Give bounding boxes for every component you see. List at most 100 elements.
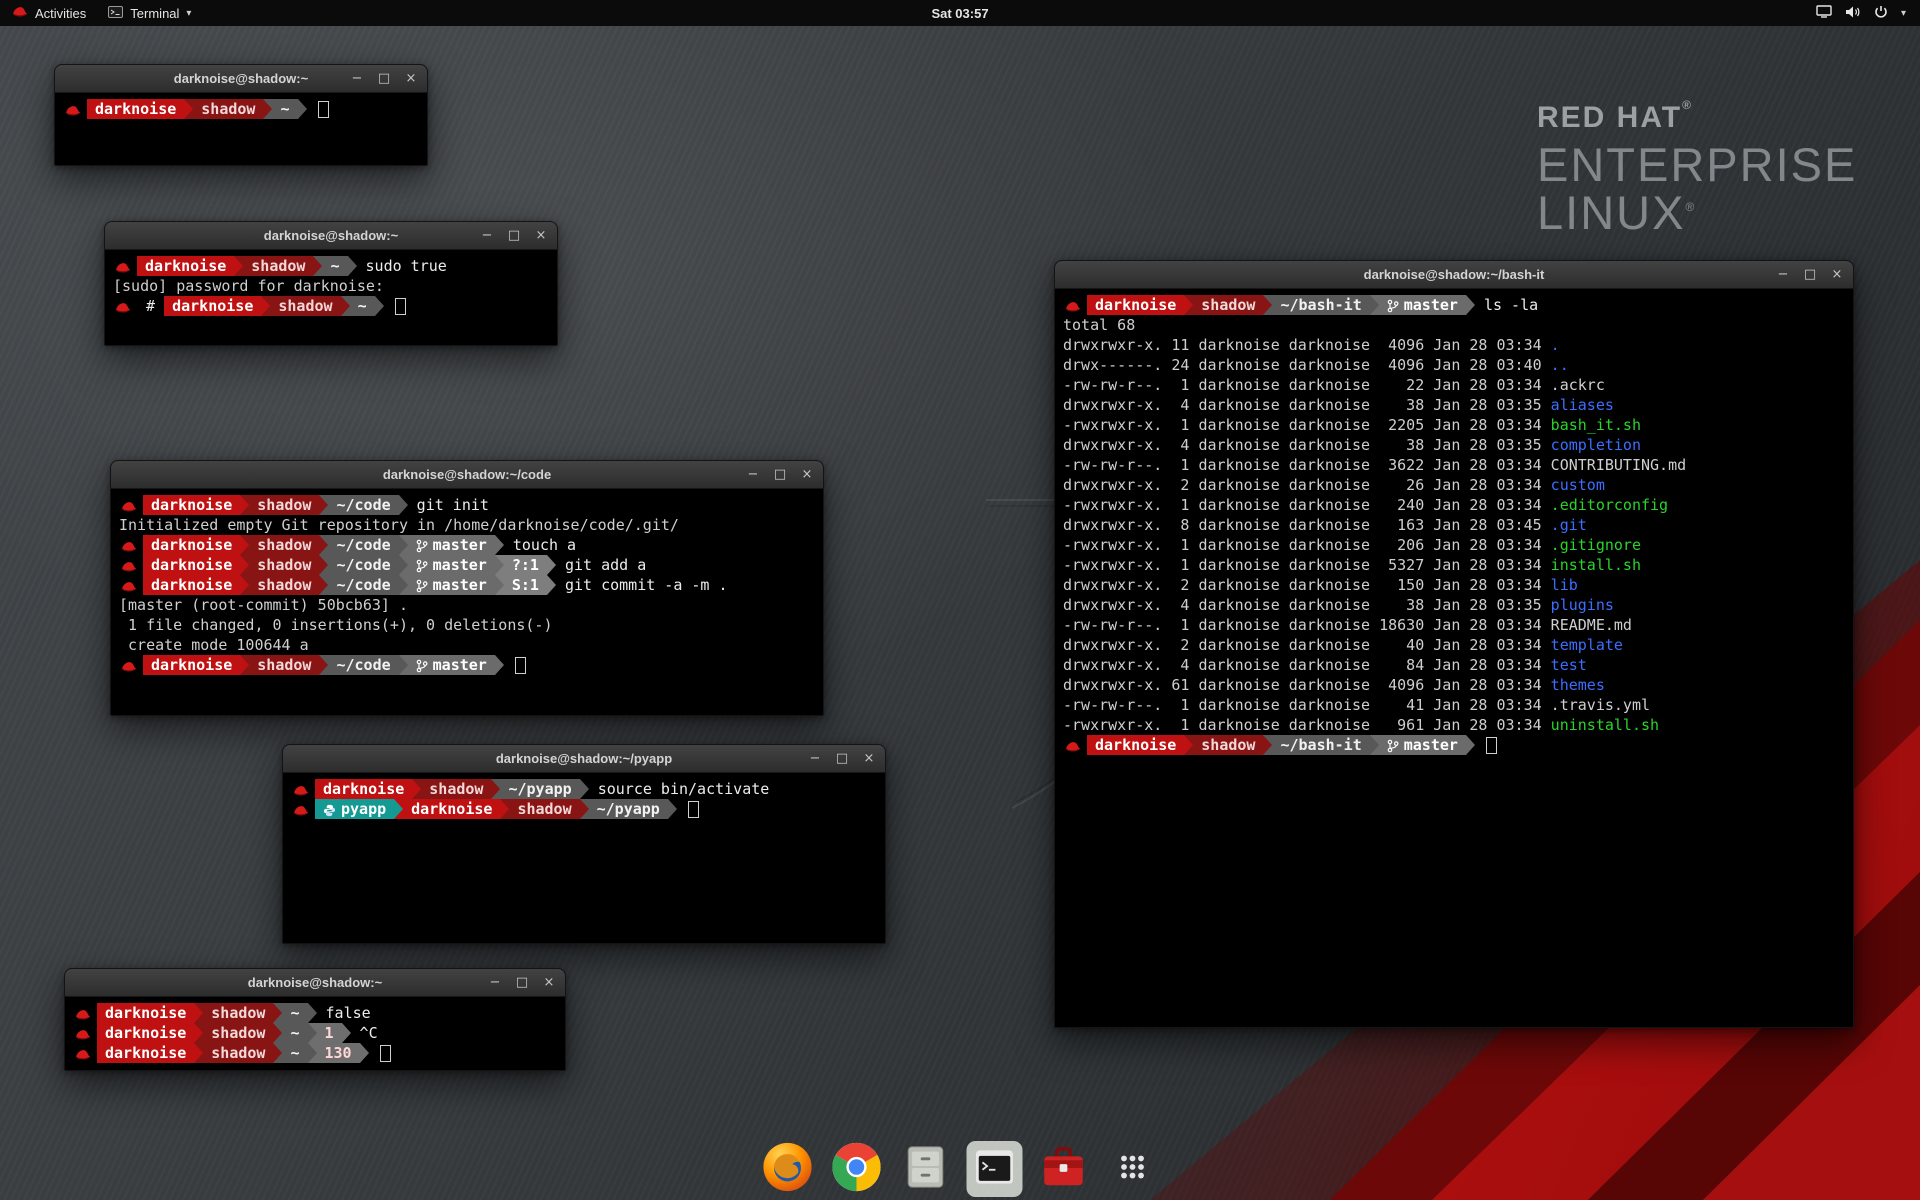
prompt-segment-darkred: shadow [249, 555, 319, 575]
terminal-screen[interactable]: darknoiseshadow~/code git initInitialize… [111, 489, 823, 716]
prompt-segment-gray: ~ [272, 99, 297, 119]
terminal-text: git init [408, 496, 489, 514]
titlebar[interactable]: darknoise@shadow:~/bash-it − □ × [1055, 261, 1853, 289]
powerline-separator-icon [261, 296, 270, 316]
terminal-text: -rw-rw-r--. 1 darknoise darknoise 18630 … [1063, 616, 1551, 634]
minimize-button[interactable]: − [488, 975, 502, 990]
powerline-separator-icon [273, 1003, 282, 1023]
prompt-segment-darkred: shadow [249, 535, 319, 555]
dock-item-firefox[interactable] [760, 1141, 816, 1197]
terminal-line: darknoiseshadow~/pyapp source bin/activa… [291, 779, 877, 799]
powerline-separator-icon [375, 296, 384, 316]
terminal-text: bash_it.sh [1551, 416, 1641, 434]
terminal-line: darknoiseshadow~/codemaster touch a [119, 535, 815, 555]
terminal-text [369, 1044, 378, 1062]
prompt-segment-gray: ~/bash-it [1272, 735, 1369, 755]
maximize-button[interactable]: □ [773, 467, 787, 482]
prompt-segment-darkred: shadow [203, 1043, 273, 1063]
terminal-cursor [395, 298, 406, 315]
prompt-segment-darkred: shadow [1193, 735, 1263, 755]
prompt-segment-branch: master [408, 535, 495, 555]
titlebar[interactable]: darknoise@shadow:~ − □ × [105, 222, 557, 250]
dock-item-chrome[interactable] [829, 1141, 885, 1197]
terminal-line: drwxrwxr-x. 4 darknoise darknoise 38 Jan… [1063, 395, 1845, 415]
terminal-screen[interactable]: darknoiseshadow~/pyapp source bin/activa… [283, 773, 885, 944]
prompt-segment-red: darknoise [87, 99, 184, 119]
maximize-button[interactable]: □ [835, 751, 849, 766]
terminal-line: -rwxrwxr-x. 1 darknoise darknoise 961 Ja… [1063, 715, 1845, 735]
titlebar[interactable]: darknoise@shadow:~ − □ × [65, 969, 565, 997]
minimize-button[interactable]: − [1776, 267, 1790, 282]
maximize-button[interactable]: □ [1803, 267, 1817, 282]
minimize-button[interactable]: − [480, 228, 494, 243]
terminal-text: drwxrwxr-x. 4 darknoise darknoise 38 Jan… [1063, 436, 1551, 454]
terminal-line: darknoiseshadow~/bash-itmaster ls -la [1063, 295, 1845, 315]
clock[interactable]: Sat 03:57 [931, 6, 988, 21]
chevron-down-icon: ▾ [186, 8, 191, 19]
dock-item-files[interactable] [898, 1141, 954, 1197]
branch-icon [416, 658, 428, 678]
prompt-segment-red: darknoise [143, 535, 240, 555]
terminal-line: [sudo] password for darknoise: [113, 276, 549, 296]
minimize-button[interactable]: − [350, 71, 364, 86]
terminal-text: -rw-rw-r--. 1 darknoise darknoise 22 Jan… [1063, 376, 1551, 394]
terminal-text: touch a [504, 536, 576, 554]
terminal-text: drwxrwxr-x. 61 darknoise darknoise 4096 … [1063, 676, 1551, 694]
close-button[interactable]: × [404, 71, 418, 86]
prompt-segment-darkred: shadow [1193, 295, 1263, 315]
dock-item-terminal[interactable] [967, 1141, 1023, 1197]
terminal-screen[interactable]: darknoiseshadow~/bash-itmaster ls -latot… [1055, 289, 1853, 1028]
terminal-icon [970, 1142, 1020, 1197]
terminal-screen[interactable]: darknoiseshadow~ falsedarknoiseshadow~1 … [65, 997, 565, 1071]
window-title: darknoise@shadow:~ [174, 71, 308, 86]
prompt-segment-code: 130 [317, 1043, 360, 1063]
system-menu[interactable]: ▾ [1806, 0, 1916, 26]
titlebar[interactable]: darknoise@shadow:~ − □ × [55, 65, 427, 93]
powerline-separator-icon [273, 1023, 282, 1043]
powerline-separator-icon [399, 495, 408, 515]
terminal-window-code: darknoise@shadow:~/code − □ × darknoises… [110, 460, 824, 716]
close-button[interactable]: × [1830, 267, 1844, 282]
app-menu-terminal[interactable]: Terminal ▾ [97, 0, 202, 26]
close-button[interactable]: × [542, 975, 556, 990]
close-button[interactable]: × [800, 467, 814, 482]
terminal-line: darknoiseshadow~/codemaster [119, 655, 815, 675]
prompt-segment-gray: ~/code [328, 495, 398, 515]
redhat-icon [114, 299, 131, 319]
terminal-text: drwxrwxr-x. 8 darknoise darknoise 163 Ja… [1063, 516, 1551, 534]
powerline-separator-icon [491, 779, 500, 799]
terminal-window-bash-it: darknoise@shadow:~/bash-it − □ × darknoi… [1054, 260, 1854, 1028]
minimize-button[interactable]: − [746, 467, 760, 482]
maximize-button[interactable]: □ [507, 228, 521, 243]
titlebar[interactable]: darknoise@shadow:~/code − □ × [111, 461, 823, 489]
powerline-separator-icon [394, 799, 403, 819]
close-button[interactable]: × [862, 751, 876, 766]
prompt-segment-gray: ~/pyapp [500, 779, 579, 799]
terminal-line: -rwxrwxr-x. 1 darknoise darknoise 206 Ja… [1063, 535, 1845, 555]
prompt-segment-gray: ~ [282, 1043, 307, 1063]
prompt-segment-darkred: shadow [243, 256, 313, 276]
maximize-button[interactable]: □ [515, 975, 529, 990]
prompt-segment-gray: ~ [282, 1023, 307, 1043]
powerline-separator-icon [319, 555, 328, 575]
titlebar[interactable]: darknoise@shadow:~/pyapp − □ × [283, 745, 885, 773]
dock-item-show-applications[interactable] [1105, 1141, 1161, 1197]
activities-button[interactable]: Activities [0, 0, 97, 26]
terminal-line: -rwxrwxr-x. 1 darknoise darknoise 240 Ja… [1063, 495, 1845, 515]
terminal-screen[interactable]: darknoiseshadow~ sudo true[sudo] passwor… [105, 250, 557, 346]
powerline-separator-icon [668, 799, 677, 819]
python-icon [323, 802, 336, 822]
minimize-button[interactable]: − [808, 751, 822, 766]
terminal-line: pyappdarknoiseshadow~/pyapp [291, 799, 877, 819]
terminal-line: darknoiseshadow~/codemasterS:1 git commi… [119, 575, 815, 595]
terminal-text: .ackrc [1551, 376, 1605, 394]
dock-item-toolbox[interactable] [1036, 1141, 1092, 1197]
terminal-text: test [1551, 656, 1587, 674]
terminal-text: ls -la [1475, 296, 1538, 314]
terminal-screen[interactable]: darknoiseshadow~ [55, 93, 427, 166]
branch-icon [416, 578, 428, 598]
close-button[interactable]: × [534, 228, 548, 243]
maximize-button[interactable]: □ [377, 71, 391, 86]
volume-icon [1845, 5, 1861, 22]
prompt-segment-status: ?:1 [504, 555, 547, 575]
